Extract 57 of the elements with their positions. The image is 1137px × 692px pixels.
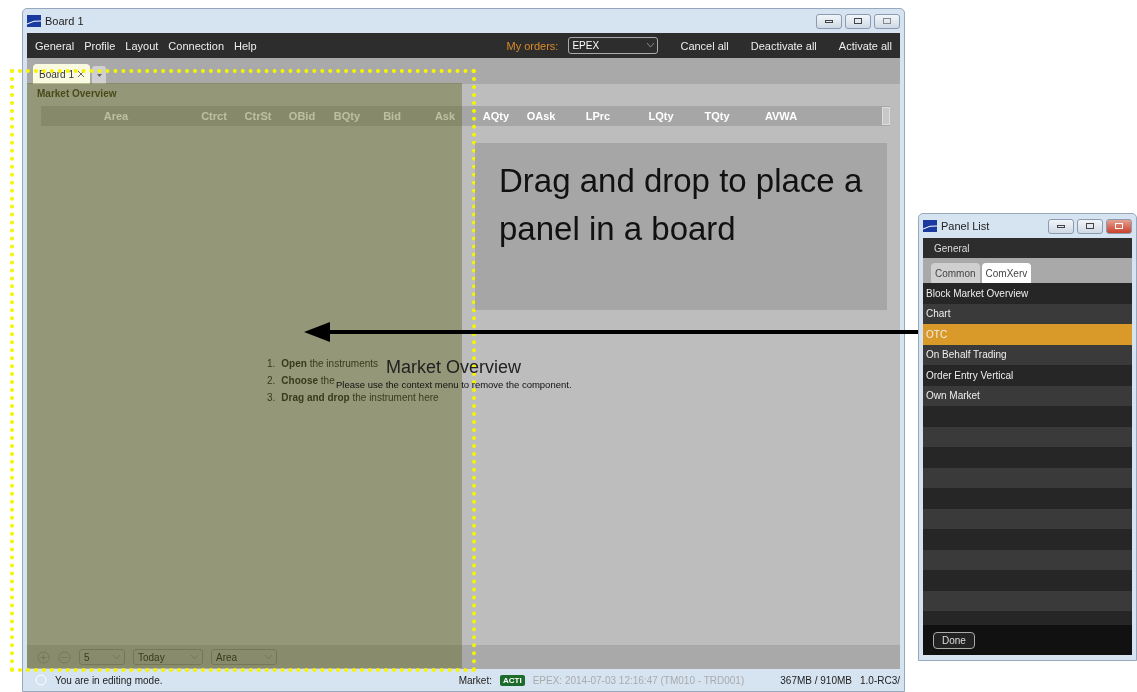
column-header: AQty xyxy=(481,110,511,122)
add-tab-button[interactable] xyxy=(92,66,107,84)
panel-list-item[interactable]: Block Market Overview xyxy=(923,283,1132,304)
action-link[interactable]: Deactivate all xyxy=(750,39,817,52)
menu-item[interactable]: Profile xyxy=(84,39,116,52)
panel-tab[interactable]: ComXerv xyxy=(981,263,1032,283)
market-label: Market: xyxy=(458,674,492,686)
my-orders-label: My orders: xyxy=(506,39,559,52)
menu-item[interactable]: General xyxy=(923,238,1132,258)
scrollbar[interactable] xyxy=(882,107,890,125)
minimize-button[interactable] xyxy=(816,13,842,29)
minimize-button[interactable] xyxy=(1048,218,1074,234)
menu-item[interactable]: General xyxy=(35,39,75,52)
action-link[interactable]: Activate all xyxy=(838,39,892,52)
instruction-text: Drag and drop the instrument here xyxy=(281,392,439,403)
my-orders-dropdown[interactable]: EPEX xyxy=(568,37,659,54)
menu-item[interactable]: Layout xyxy=(125,39,159,52)
panel-tab[interactable]: Common xyxy=(931,263,980,283)
app-logo-icon xyxy=(923,220,937,232)
column-header: LPrc xyxy=(584,110,612,122)
dragged-panel-message: Please use the context menu to remove the component. xyxy=(336,379,572,390)
instruction-text: Choose the xyxy=(281,375,335,386)
version-text: 1.0-RC3/ xyxy=(860,674,900,686)
window-title: Panel List xyxy=(941,220,991,232)
step-number: 1. xyxy=(267,358,276,369)
panel-list-item[interactable]: On Behalf Trading xyxy=(923,344,1132,365)
done-button[interactable]: Done xyxy=(933,631,975,649)
panel-list-item[interactable]: Own Market xyxy=(923,385,1132,406)
market-info: EPEX: 2014-07-03 12:16:47 (TM010 - TRD001) xyxy=(532,674,745,686)
app-logo-icon xyxy=(27,15,41,27)
dragged-panel-title: Market Overview xyxy=(386,357,522,377)
maximize-button[interactable] xyxy=(845,13,871,29)
step-number: 2. xyxy=(267,375,276,386)
column-header: LQty xyxy=(647,110,675,122)
caret-icon xyxy=(96,73,102,77)
market-status-badge: ACTI xyxy=(500,674,525,686)
close-button[interactable] xyxy=(1106,218,1132,234)
caret-icon xyxy=(647,43,655,48)
panel-list-item[interactable]: Chart xyxy=(923,303,1132,324)
status-message: You are in editing mode. xyxy=(55,674,163,686)
window-title: Board 1 xyxy=(45,15,85,27)
column-header: TQty xyxy=(703,110,731,122)
column-header: OAsk xyxy=(525,110,557,122)
info-icon xyxy=(35,674,47,686)
step-number: 3. xyxy=(267,392,276,403)
menu-item[interactable]: Connection xyxy=(168,39,224,52)
memory-usage: 367MB / 910MB xyxy=(780,674,852,686)
column-header: AVWA xyxy=(763,110,799,122)
drop-hint-text: Drag and drop to place a panel in a board xyxy=(475,143,887,310)
instruction-text: Open the instruments xyxy=(281,358,379,369)
action-link[interactable]: Cancel all xyxy=(680,39,729,52)
close-icon[interactable] xyxy=(78,71,85,77)
panel-title: Market Overview xyxy=(36,87,117,101)
board-tab[interactable]: Board 1 xyxy=(33,64,91,84)
maximize-button[interactable] xyxy=(1077,218,1103,234)
panel-list-item[interactable]: Order Entry Vertical xyxy=(923,365,1132,386)
menu-item[interactable]: Help xyxy=(234,39,257,52)
